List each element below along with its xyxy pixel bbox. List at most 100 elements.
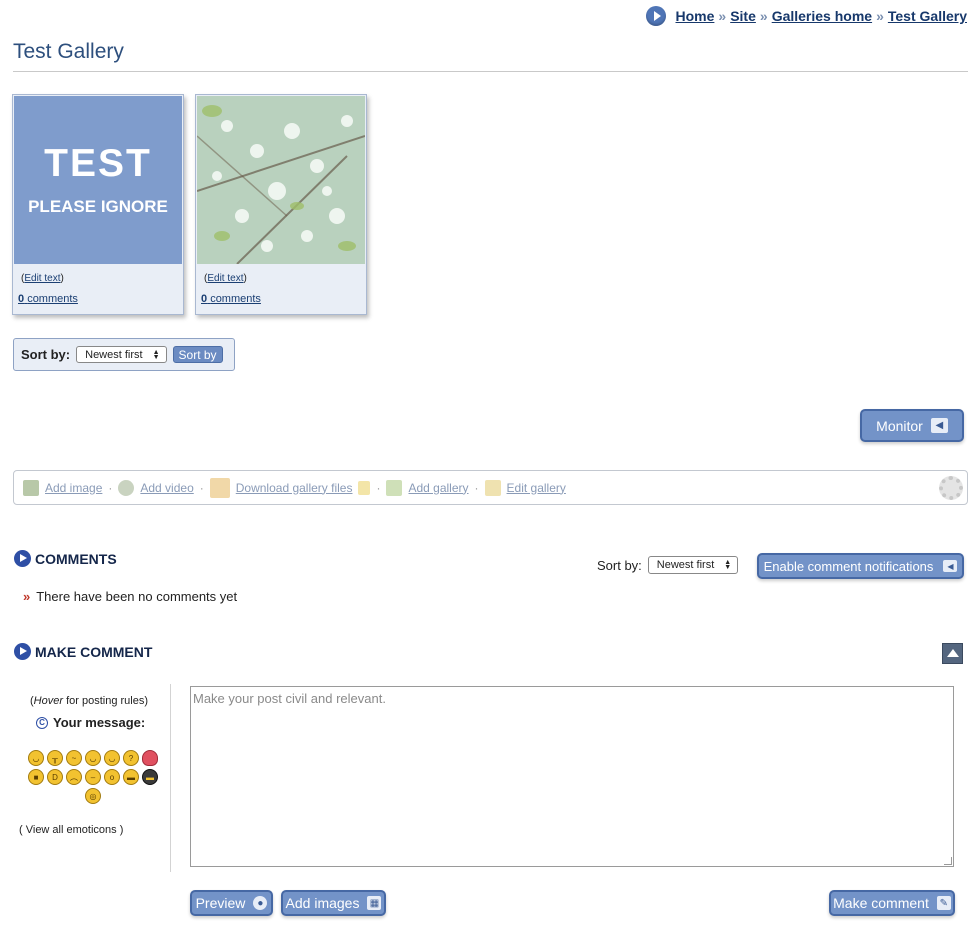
sort-button[interactable]: Sort by bbox=[172, 346, 223, 363]
preview-button[interactable]: Preview ● bbox=[190, 890, 273, 916]
separator-dot: · bbox=[474, 480, 479, 495]
hover-word: Hover bbox=[33, 695, 64, 707]
enable-notifications-button[interactable]: Enable comment notifications ◀ bbox=[757, 553, 964, 579]
gallery-card: (Edit text) 0 comments bbox=[195, 94, 367, 315]
breadcrumb-test-gallery[interactable]: Test Gallery bbox=[888, 8, 967, 24]
pencil-icon: ✎ bbox=[936, 896, 951, 910]
thumbnail-title: TEST bbox=[44, 141, 152, 185]
add-image-icon bbox=[23, 479, 39, 496]
breadcrumb-separator: » bbox=[759, 8, 768, 24]
gallery-thumbnail[interactable]: TEST PLEASE IGNORE bbox=[14, 96, 182, 264]
comments-link-wrap: 0 comments bbox=[201, 293, 261, 305]
edit-text-link[interactable]: Edit text bbox=[207, 273, 243, 284]
image-upload-icon: ▦ bbox=[367, 896, 382, 910]
comment-textarea[interactable]: Make your post civil and relevant. bbox=[190, 686, 954, 867]
add-images-button[interactable]: Add images ▦ bbox=[281, 890, 386, 916]
gallery-action-bar: Add image · Add video · Download gallery… bbox=[13, 470, 968, 505]
download-gallery-link[interactable]: Download gallery files bbox=[236, 481, 353, 495]
emoticon-cry-icon[interactable]: ╥ bbox=[47, 750, 63, 766]
eye-icon: ● bbox=[253, 896, 268, 910]
emoticon-shout-icon[interactable]: o bbox=[104, 769, 120, 785]
breadcrumb-home[interactable]: Home bbox=[676, 8, 715, 24]
emoticon-unsure-icon[interactable]: ~ bbox=[66, 750, 82, 766]
make-comment-heading-text: MAKE COMMENT bbox=[35, 643, 153, 660]
add-video-action[interactable]: Add video bbox=[118, 479, 194, 496]
comments-sort: Sort by: Newest first ▲ ▼ bbox=[597, 556, 739, 574]
breadcrumb: Home » Site » Galleries home » Test Gall… bbox=[645, 6, 967, 26]
zip-file-icon bbox=[358, 480, 371, 495]
gallery-sort-box: Sort by: Newest first ▲ ▼ Sort by bbox=[13, 338, 235, 371]
gear-icon[interactable] bbox=[939, 476, 963, 500]
resize-grip-icon[interactable] bbox=[944, 857, 952, 865]
comment-placeholder: Make your post civil and relevant. bbox=[193, 691, 386, 706]
gallery-card: TEST PLEASE IGNORE (Edit text) 0 comment… bbox=[12, 94, 184, 315]
emoticon-eek-icon[interactable]: ◎ bbox=[85, 788, 101, 804]
emoticon-ninja-icon[interactable]: ▬ bbox=[142, 769, 158, 785]
emoticon-laugh-icon[interactable]: D bbox=[47, 769, 63, 785]
separator-dot: · bbox=[108, 480, 113, 495]
add-image-link[interactable]: Add image bbox=[45, 481, 102, 495]
comment-sidebar: (Hover for posting rules) C Your message… bbox=[14, 684, 171, 872]
comments-label: comments bbox=[27, 293, 78, 305]
emoticon-smile-icon[interactable]: ◡ bbox=[28, 750, 44, 766]
monitor-button[interactable]: Monitor ◀ bbox=[860, 409, 964, 442]
add-video-link[interactable]: Add video bbox=[140, 481, 193, 495]
separator-dot: · bbox=[376, 480, 381, 495]
comments-link[interactable]: 0 comments bbox=[18, 293, 78, 305]
preview-button-label: Preview bbox=[195, 895, 246, 911]
comments-sort-select[interactable]: Newest first ▲ ▼ bbox=[647, 556, 739, 574]
sort-select[interactable]: Newest first ▲ ▼ bbox=[76, 346, 167, 363]
thumbnail-subtitle: PLEASE IGNORE bbox=[28, 196, 168, 216]
collapse-toggle-icon[interactable] bbox=[942, 643, 963, 664]
emoticon-grin-icon[interactable]: ◡ bbox=[85, 750, 101, 766]
posting-rules-text: for posting rules bbox=[66, 695, 145, 707]
comment-count: 0 bbox=[18, 293, 25, 305]
view-all-emoticons-link[interactable]: View all emoticons bbox=[26, 824, 117, 836]
emoticon-heart-icon[interactable] bbox=[142, 750, 158, 766]
blossom-photo-thumbnail[interactable] bbox=[197, 96, 365, 264]
comments-sort-label: Sort by: bbox=[597, 557, 642, 573]
emoticon-sad-icon[interactable]: ︵ bbox=[66, 769, 82, 785]
add-gallery-link[interactable]: Add gallery bbox=[408, 481, 468, 495]
posting-rules-hint[interactable]: (Hover for posting rules) bbox=[30, 695, 148, 707]
comments-label: comments bbox=[210, 293, 261, 305]
sort-selected-value: Newest first bbox=[85, 348, 143, 361]
separator-dot: · bbox=[199, 480, 204, 495]
download-action[interactable]: Download gallery files bbox=[209, 477, 371, 498]
edit-text-link[interactable]: Edit text bbox=[24, 273, 60, 284]
view-emoticons: ( View all emoticons ) bbox=[19, 824, 124, 836]
comments-link-wrap: 0 comments bbox=[18, 293, 78, 305]
add-images-button-label: Add images bbox=[285, 895, 360, 911]
title-divider bbox=[13, 71, 968, 72]
edit-text-link-wrap: (Edit text) bbox=[21, 273, 64, 284]
breadcrumb-site[interactable]: Site bbox=[730, 8, 756, 24]
comments-heading: COMMENTS bbox=[14, 550, 117, 567]
monitor-button-label: Monitor bbox=[876, 417, 923, 434]
comments-heading-text: COMMENTS bbox=[35, 550, 117, 567]
enable-notifications-label: Enable comment notifications bbox=[763, 558, 934, 574]
megaphone-icon: ◀ bbox=[943, 560, 958, 572]
emoticon-confused-icon[interactable]: ? bbox=[123, 750, 139, 766]
emoticon-happy-icon[interactable]: ◡ bbox=[104, 750, 120, 766]
edit-gallery-icon bbox=[484, 479, 501, 496]
emoticon-cool-icon[interactable]: ■ bbox=[28, 769, 44, 785]
comcode-icon[interactable]: C bbox=[36, 716, 48, 729]
make-comment-button[interactable]: Make comment ✎ bbox=[829, 890, 955, 916]
add-gallery-icon bbox=[386, 479, 403, 496]
edit-gallery-action[interactable]: Edit gallery bbox=[484, 479, 566, 496]
add-gallery-action[interactable]: Add gallery bbox=[386, 479, 469, 496]
emoticon-neutral-icon[interactable]: – bbox=[85, 769, 101, 785]
no-comments-text: There have been no comments yet bbox=[36, 589, 238, 604]
emoticon-teeth-icon[interactable]: ▬ bbox=[123, 769, 139, 785]
edit-text-link-wrap: (Edit text) bbox=[204, 273, 247, 284]
breadcrumb-separator: » bbox=[718, 8, 727, 24]
select-arrows-icon: ▲ ▼ bbox=[724, 559, 732, 571]
add-image-action[interactable]: Add image bbox=[23, 479, 102, 496]
no-comments-message: » There have been no comments yet bbox=[23, 589, 237, 604]
breadcrumb-galleries-home[interactable]: Galleries home bbox=[772, 8, 872, 24]
edit-gallery-link[interactable]: Edit gallery bbox=[507, 481, 566, 495]
your-message-label: C Your message: bbox=[36, 715, 145, 730]
breadcrumb-separator: » bbox=[876, 8, 884, 24]
comment-count: 0 bbox=[201, 293, 208, 305]
comments-link[interactable]: 0 comments bbox=[201, 293, 261, 305]
